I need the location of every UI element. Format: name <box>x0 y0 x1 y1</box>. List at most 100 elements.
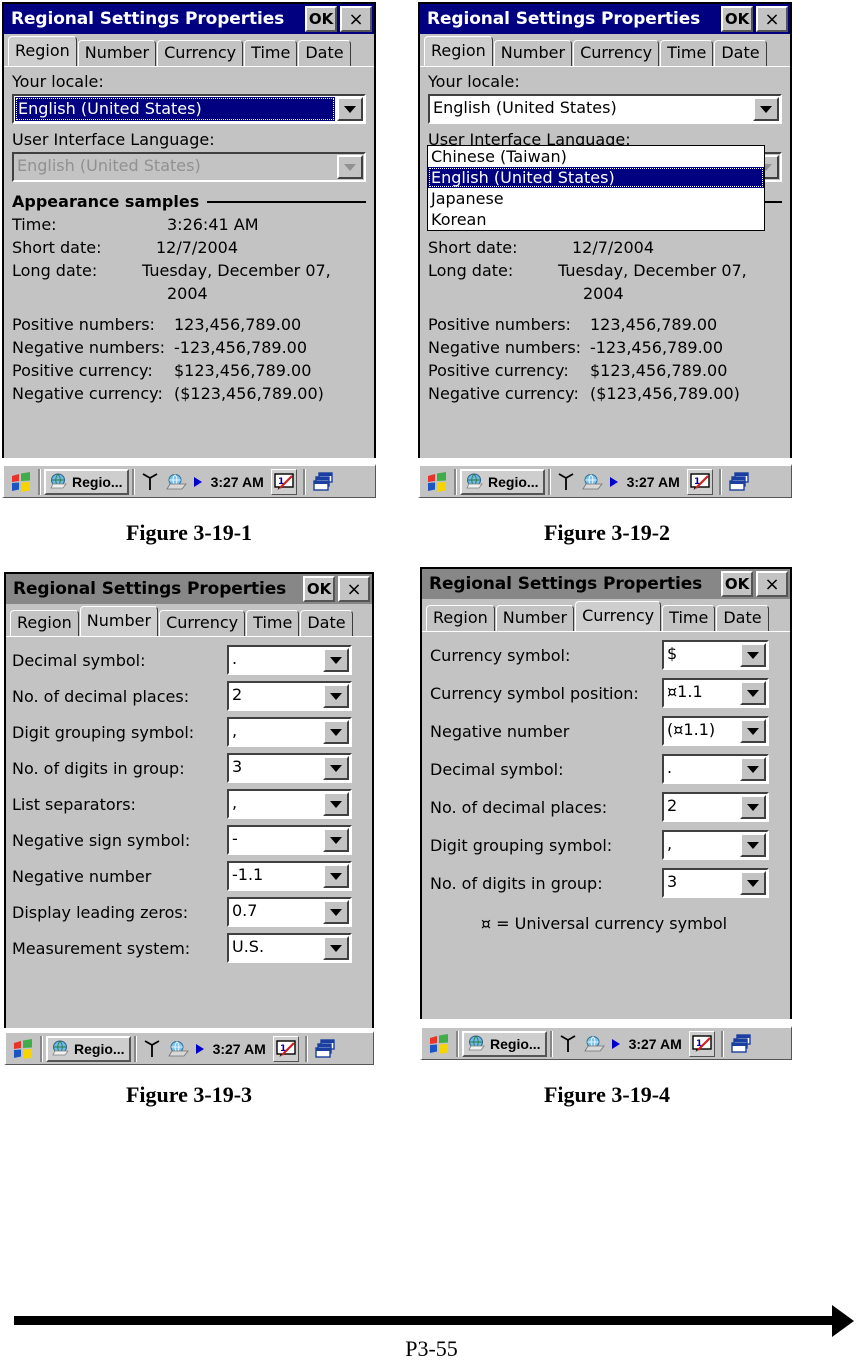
start-button[interactable] <box>7 469 35 495</box>
tab-currency[interactable]: Currency <box>157 40 244 66</box>
chevron-down-icon[interactable] <box>740 871 766 895</box>
digits-in-group-combobox[interactable]: 3 <box>227 753 352 783</box>
tab-region[interactable]: Region <box>10 610 79 636</box>
tab-time[interactable]: Time <box>244 40 298 66</box>
start-button[interactable] <box>9 1036 37 1062</box>
tab-time[interactable]: Time <box>662 605 716 631</box>
task-button-regional-settings[interactable]: Regio... <box>46 1035 131 1062</box>
antenna-icon[interactable] <box>138 470 162 494</box>
decimal-places-combobox[interactable]: 2 <box>227 681 352 711</box>
network-globe-icon[interactable] <box>583 1032 607 1056</box>
input-panel-pen-icon[interactable]: 1 <box>686 468 713 495</box>
cascading-windows-icon[interactable] <box>312 470 336 494</box>
chevron-down-icon[interactable] <box>323 756 349 780</box>
chevron-down-icon[interactable] <box>323 792 349 816</box>
chevron-down-icon[interactable] <box>740 643 766 667</box>
close-button[interactable]: × <box>340 6 372 32</box>
digit-grouping-symbol-combobox[interactable]: , <box>227 717 352 747</box>
chevron-down-icon[interactable] <box>740 681 766 705</box>
antenna-icon[interactable] <box>140 1037 164 1061</box>
ok-button[interactable]: OK <box>721 6 753 32</box>
close-button[interactable]: × <box>756 571 788 597</box>
tab-time[interactable]: Time <box>246 610 300 636</box>
task-button-regional-settings[interactable]: Regio... <box>460 468 545 495</box>
decimal-symbol-combobox[interactable]: . <box>662 754 769 784</box>
close-button[interactable]: × <box>756 6 788 32</box>
tab-number[interactable]: Number <box>79 606 159 636</box>
ok-button[interactable]: OK <box>305 6 337 32</box>
tab-region[interactable]: Region <box>426 605 495 631</box>
chevron-down-icon[interactable] <box>323 936 349 960</box>
decimal-places-combobox[interactable]: 2 <box>662 792 769 822</box>
tab-region[interactable]: Region <box>8 36 77 66</box>
chevron-down-icon[interactable] <box>323 720 349 744</box>
network-globe-icon[interactable] <box>581 470 605 494</box>
dropdown-option[interactable]: Japanese <box>428 188 764 209</box>
chevron-down-icon[interactable] <box>323 828 349 852</box>
currency-symbol-position-combobox[interactable]: ¤1.1 <box>662 678 769 708</box>
close-button[interactable]: × <box>338 576 370 602</box>
dropdown-option-selected[interactable]: English (United States) <box>428 167 764 188</box>
play-arrow-icon[interactable] <box>194 1037 206 1061</box>
tab-currency[interactable]: Currency <box>159 610 246 636</box>
tab-time[interactable]: Time <box>660 40 714 66</box>
play-arrow-icon[interactable] <box>610 1032 622 1056</box>
dropdown-option[interactable]: Chinese (Taiwan) <box>428 146 764 167</box>
locale-combobox[interactable]: English (United States) <box>428 94 782 124</box>
dropdown-option[interactable]: Korean <box>428 209 764 230</box>
chevron-down-icon[interactable] <box>740 833 766 857</box>
negative-number-combobox[interactable]: (¤1.1) <box>662 716 769 746</box>
antenna-icon[interactable] <box>554 470 578 494</box>
chevron-down-icon[interactable] <box>323 864 349 888</box>
taskbar-clock[interactable]: 3:27 AM <box>211 474 264 490</box>
task-button-regional-settings[interactable]: Regio... <box>44 468 129 495</box>
tab-date[interactable]: Date <box>716 605 769 631</box>
decimal-symbol-combobox[interactable]: . <box>227 645 352 675</box>
network-globe-icon[interactable] <box>165 470 189 494</box>
digit-grouping-symbol-combobox[interactable]: , <box>662 830 769 860</box>
ok-button[interactable]: OK <box>303 576 335 602</box>
tab-date[interactable]: Date <box>298 40 351 66</box>
chevron-down-icon[interactable] <box>323 648 349 672</box>
input-panel-pen-icon[interactable]: 1 <box>272 1035 299 1062</box>
network-globe-icon[interactable] <box>167 1037 191 1061</box>
antenna-icon[interactable] <box>556 1032 580 1056</box>
chevron-down-icon[interactable] <box>337 97 363 121</box>
currency-symbol-combobox[interactable]: $ <box>662 640 769 670</box>
chevron-down-icon[interactable] <box>753 97 779 121</box>
chevron-down-icon[interactable] <box>740 719 766 743</box>
tab-currency[interactable]: Currency <box>575 601 662 631</box>
negative-sign-symbol-combobox[interactable]: - <box>227 825 352 855</box>
digits-in-group-combobox[interactable]: 3 <box>662 868 769 898</box>
tab-number[interactable]: Number <box>493 40 573 66</box>
locale-combobox[interactable]: English (United States) <box>12 94 366 124</box>
tab-date[interactable]: Date <box>300 610 353 636</box>
measurement-system-combobox[interactable]: U.S. <box>227 933 352 963</box>
input-panel-pen-icon[interactable]: 1 <box>270 468 297 495</box>
chevron-down-icon[interactable] <box>740 757 766 781</box>
chevron-down-icon[interactable] <box>323 684 349 708</box>
taskbar-clock[interactable]: 3:27 AM <box>627 474 680 490</box>
cascading-windows-icon[interactable] <box>728 470 752 494</box>
ok-button[interactable]: OK <box>721 571 753 597</box>
tab-number[interactable]: Number <box>77 40 157 66</box>
cascading-windows-icon[interactable] <box>730 1032 754 1056</box>
list-separators-combobox[interactable]: , <box>227 789 352 819</box>
cascading-windows-icon[interactable] <box>314 1037 338 1061</box>
display-leading-zeros-combobox[interactable]: 0.7 <box>227 897 352 927</box>
tab-region[interactable]: Region <box>424 36 493 66</box>
start-button[interactable] <box>425 1031 453 1057</box>
taskbar-clock[interactable]: 3:27 AM <box>213 1041 266 1057</box>
locale-dropdown-list[interactable]: Chinese (Taiwan) English (United States)… <box>427 145 765 231</box>
play-arrow-icon[interactable] <box>608 470 620 494</box>
start-button[interactable] <box>423 469 451 495</box>
chevron-down-icon[interactable] <box>740 795 766 819</box>
tab-date[interactable]: Date <box>714 40 767 66</box>
play-arrow-icon[interactable] <box>192 470 204 494</box>
tab-currency[interactable]: Currency <box>573 40 660 66</box>
tab-number[interactable]: Number <box>495 605 575 631</box>
input-panel-pen-icon[interactable]: 1 <box>688 1030 715 1057</box>
taskbar-clock[interactable]: 3:27 AM <box>629 1036 682 1052</box>
task-button-regional-settings[interactable]: Regio... <box>462 1030 547 1057</box>
chevron-down-icon[interactable] <box>323 900 349 924</box>
